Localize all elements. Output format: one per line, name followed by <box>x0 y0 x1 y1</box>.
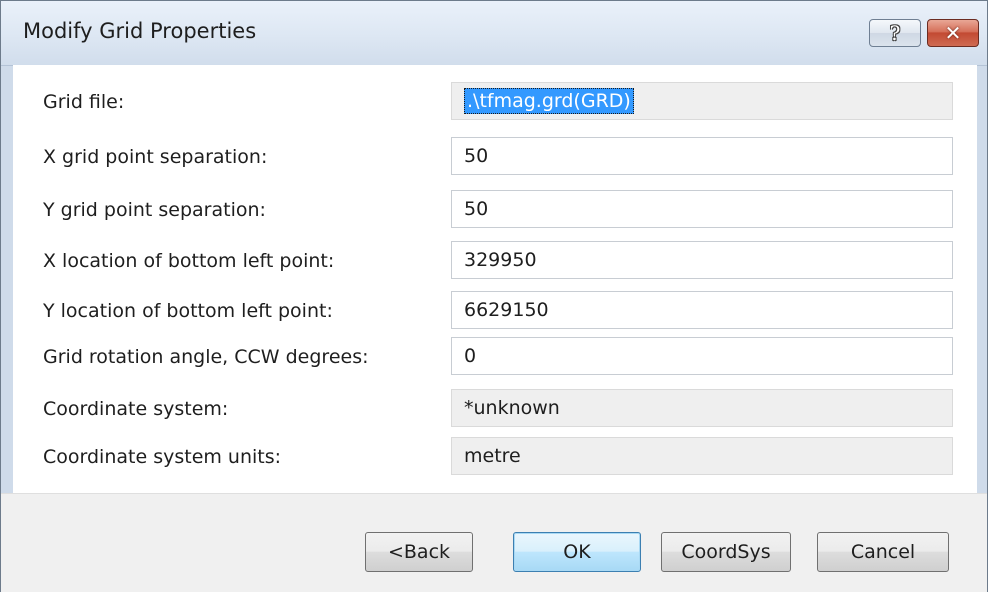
rotation-angle-label: Grid rotation angle, CCW degrees: <box>43 346 369 368</box>
ok-button[interactable]: OK <box>513 532 641 572</box>
grid-file-label: Grid file: <box>43 91 125 113</box>
x-separation-label: X grid point separation: <box>43 146 268 168</box>
help-button[interactable]: ? <box>869 19 921 47</box>
row-coordinate-system: Coordinate system: *unknown <box>13 389 977 429</box>
coordsys-button[interactable]: CoordSys <box>661 532 791 572</box>
coordinate-system-label: Coordinate system: <box>43 398 229 420</box>
coordinate-units-field: metre <box>451 437 953 475</box>
dialog-window: Modify Grid Properties ? ✕ Grid file: .\… <box>0 0 988 592</box>
close-icon: ✕ <box>944 21 962 45</box>
title-bar[interactable]: Modify Grid Properties ? ✕ <box>1 1 987 66</box>
dialog-title: Modify Grid Properties <box>23 19 257 43</box>
button-bar: <Back OK CoordSys Cancel <box>1 493 987 592</box>
y-separation-input[interactable] <box>451 190 953 228</box>
row-x-separation: X grid point separation: <box>13 137 977 177</box>
rotation-angle-input[interactable] <box>451 337 953 375</box>
y-location-label: Y location of bottom left point: <box>43 300 333 322</box>
coordinate-units-label: Coordinate system units: <box>43 446 282 468</box>
row-y-separation: Y grid point separation: <box>13 190 977 230</box>
row-grid-file: Grid file: .\tfmag.grd(GRD) <box>13 82 977 122</box>
row-y-location: Y location of bottom left point: <box>13 291 977 331</box>
cancel-button[interactable]: Cancel <box>817 532 949 572</box>
x-location-input[interactable] <box>451 241 953 279</box>
y-location-input[interactable] <box>451 291 953 329</box>
close-button[interactable]: ✕ <box>927 19 979 47</box>
grid-file-value: .\tfmag.grd(GRD) <box>464 88 634 114</box>
properties-panel: Grid file: .\tfmag.grd(GRD) X grid point… <box>13 65 977 493</box>
row-rotation-angle: Grid rotation angle, CCW degrees: <box>13 337 977 377</box>
x-separation-input[interactable] <box>451 137 953 175</box>
grid-file-field[interactable]: .\tfmag.grd(GRD) <box>451 82 953 120</box>
row-coordinate-units: Coordinate system units: metre <box>13 437 977 477</box>
help-icon: ? <box>889 21 901 45</box>
back-button[interactable]: <Back <box>365 532 473 572</box>
x-location-label: X location of bottom left point: <box>43 250 335 272</box>
y-separation-label: Y grid point separation: <box>43 199 266 221</box>
coordinate-system-field: *unknown <box>451 389 953 427</box>
row-x-location: X location of bottom left point: <box>13 241 977 281</box>
